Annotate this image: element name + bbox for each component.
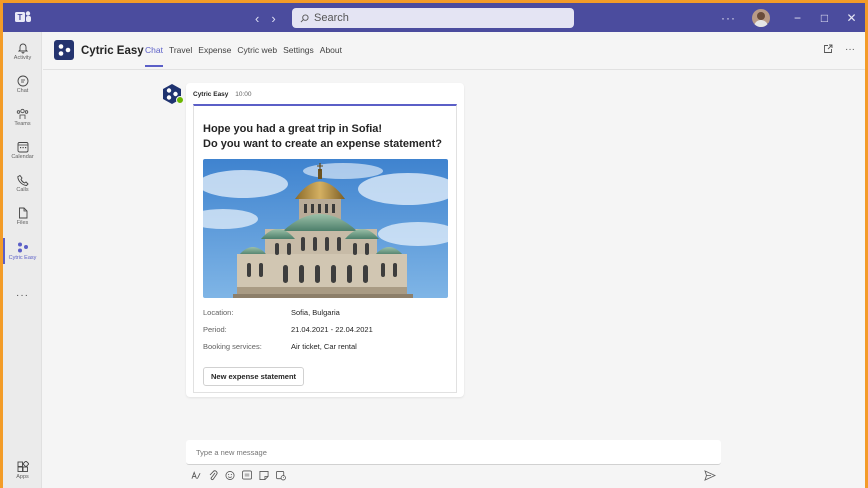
title-bar: T ‹ › Search ··· − □ ✕ <box>3 3 865 32</box>
rail-label: Teams <box>14 121 31 127</box>
history-nav: ‹ › <box>255 11 276 26</box>
tab-chat[interactable]: Chat <box>145 45 163 69</box>
card-title-line-1: Hope you had a great trip in Sofia! <box>203 123 383 135</box>
rail-item-calendar[interactable]: Calendar <box>3 141 42 160</box>
user-avatar[interactable] <box>752 8 770 27</box>
rail-label: Chat <box>16 88 29 94</box>
teams-logo-icon: T <box>15 11 31 22</box>
settings-more-button[interactable]: ··· <box>721 11 736 25</box>
new-expense-statement-button[interactable]: New expense statement <box>203 367 305 386</box>
tab-about[interactable]: About <box>320 45 342 69</box>
maximize-button[interactable]: □ <box>811 11 838 25</box>
message-header: Cytric Easy 10:00 <box>193 91 252 98</box>
window-controls: ··· − □ ✕ <box>721 3 865 32</box>
rail-item-cytric-easy[interactable]: Cytric Easy <box>3 241 42 261</box>
fact-value: Sofia, Bulgaria <box>291 308 340 317</box>
adaptive-card: Hope you had a great trip in Sofia! Do y… <box>193 104 457 393</box>
close-button[interactable]: ✕ <box>838 11 865 25</box>
header-actions: ··· <box>823 44 855 55</box>
svg-text:T: T <box>18 13 23 22</box>
rail-label: Calendar <box>11 154 34 160</box>
message-sender: Cytric Easy <box>193 91 229 98</box>
rail-item-calls[interactable]: Calls <box>3 174 42 193</box>
cathedral-photo <box>203 159 448 298</box>
fact-value: Air ticket, Car rental <box>291 342 357 351</box>
tab-travel[interactable]: Travel <box>169 45 192 69</box>
fact-label: Booking services: <box>203 342 262 351</box>
gif-icon[interactable] <box>242 469 252 481</box>
rail-item-activity[interactable]: Activity <box>3 42 42 61</box>
card-title-line-2: Do you want to create an expense stateme… <box>203 138 443 150</box>
app-tabs: Chat Travel Expense Cytric web Settings … <box>145 45 342 69</box>
more-apps-button[interactable]: ··· <box>3 290 42 301</box>
fact-label: Location: <box>203 308 234 317</box>
rail-item-teams[interactable]: Teams <box>3 108 42 127</box>
rail-label: Calls <box>16 187 29 193</box>
cytric-easy-icon <box>18 242 28 253</box>
app-rail: Activity Chat Teams Calendar Calls Files… <box>3 32 42 488</box>
back-button[interactable]: ‹ <box>255 11 259 26</box>
fact-label: Period: <box>203 325 227 334</box>
phone-icon <box>16 174 29 186</box>
search-input[interactable]: Search <box>292 8 574 28</box>
tab-expense[interactable]: Expense <box>198 45 231 69</box>
rail-label: Files <box>16 220 29 226</box>
rail-label: Cytric Easy <box>8 255 37 261</box>
rail-item-apps[interactable]: Apps <box>3 461 42 480</box>
emoji-icon[interactable] <box>225 469 235 481</box>
search-icon <box>300 13 309 22</box>
bot-presence-indicator <box>176 96 184 104</box>
schedule-meeting-icon[interactable] <box>276 469 286 481</box>
rail-label: Apps <box>16 474 29 480</box>
pop-out-icon[interactable] <box>823 44 833 54</box>
tab-cytric-web[interactable]: Cytric web <box>237 45 277 69</box>
teams-window: T ‹ › Search ··· − □ ✕ Activity Chat Tea… <box>3 3 865 488</box>
bell-icon <box>17 43 28 54</box>
rail-item-files[interactable]: Files <box>3 207 42 226</box>
message-time: 10:00 <box>235 91 252 98</box>
card-title: Hope you had a great trip in Sofia! Do y… <box>203 122 453 152</box>
attach-icon[interactable] <box>208 469 218 481</box>
app-title: Cytric Easy <box>81 45 144 57</box>
send-icon[interactable] <box>704 470 716 481</box>
file-icon <box>18 207 27 219</box>
cytric-easy-logo-icon <box>54 40 74 60</box>
presence-indicator <box>766 22 770 27</box>
message-input[interactable] <box>196 448 696 457</box>
rail-label: Activity <box>13 55 32 61</box>
tab-settings[interactable]: Settings <box>283 45 314 69</box>
compose-toolbar <box>191 469 286 481</box>
apps-icon <box>17 461 29 472</box>
compose-box <box>186 440 721 465</box>
teams-icon <box>16 108 29 119</box>
sticker-icon[interactable] <box>259 469 269 481</box>
app-header: Cytric Easy Chat Travel Expense Cytric w… <box>43 32 865 70</box>
rail-item-chat[interactable]: Chat <box>3 75 42 94</box>
chat-message: Cytric Easy 10:00 Hope you had a great t… <box>186 83 464 397</box>
search-placeholder: Search <box>314 12 349 24</box>
forward-button[interactable]: › <box>271 11 275 26</box>
calendar-icon <box>17 142 28 153</box>
more-options-button[interactable]: ··· <box>845 44 855 55</box>
fact-value: 21.04.2021 - 22.04.2021 <box>291 325 373 334</box>
format-icon[interactable] <box>191 469 201 481</box>
minimize-button[interactable]: − <box>784 11 811 25</box>
chat-icon <box>17 75 28 87</box>
